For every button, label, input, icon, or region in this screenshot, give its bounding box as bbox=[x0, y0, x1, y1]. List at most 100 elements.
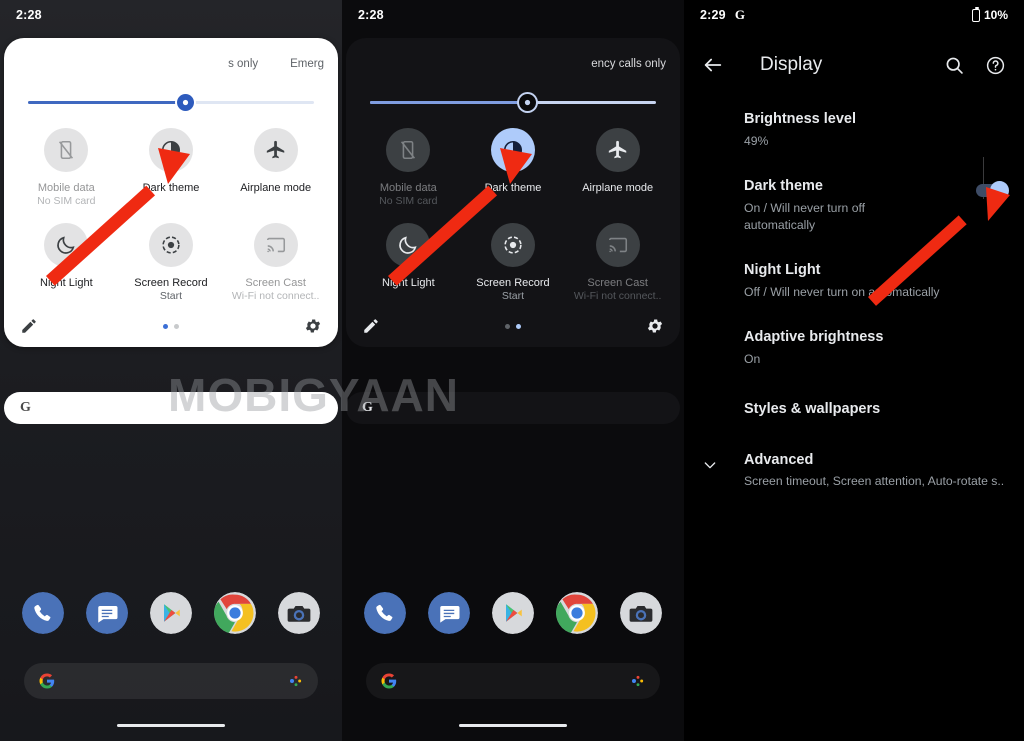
carrier-text-left: s only bbox=[228, 58, 259, 70]
row-text: Advanced Screen timeout, Screen attentio… bbox=[744, 451, 1006, 490]
tile-airplane-mode[interactable]: Airplane mode bbox=[565, 124, 670, 213]
gesture-home-bar-wrap bbox=[0, 723, 342, 727]
google-g-icon bbox=[39, 673, 55, 689]
row-subtitle: 49% bbox=[744, 133, 769, 148]
page-dot[interactable] bbox=[163, 323, 168, 329]
tile-icon-wrap bbox=[386, 128, 431, 172]
chevron-down-icon[interactable] bbox=[702, 457, 718, 473]
tile-screen-record[interactable]: Screen Record Start bbox=[461, 219, 566, 308]
row-text: Styles & wallpapers bbox=[744, 400, 1006, 419]
carrier-text-right: ency calls only bbox=[591, 58, 666, 70]
tile-label: Mobile data bbox=[37, 182, 95, 194]
tile-mobile-data[interactable]: Mobile data No SIM card bbox=[14, 124, 119, 213]
chrome-app-icon[interactable] bbox=[556, 592, 598, 634]
airplane-icon bbox=[266, 140, 284, 159]
mobile-data-off-icon bbox=[59, 140, 74, 160]
slider-knob[interactable] bbox=[177, 94, 195, 111]
page-dot[interactable] bbox=[174, 323, 179, 329]
tile-airplane-mode[interactable]: Airplane mode bbox=[223, 124, 328, 213]
quick-settings-search-bar[interactable]: G bbox=[4, 392, 338, 424]
slider-knob[interactable] bbox=[519, 94, 537, 111]
page-dot[interactable] bbox=[505, 323, 510, 329]
settings-row-adaptive-brightness[interactable]: Adaptive brightness On bbox=[684, 314, 1024, 381]
tile-mobile-data[interactable]: Mobile data No SIM card bbox=[356, 124, 461, 213]
app-bar: Display bbox=[684, 40, 1024, 90]
gesture-home-bar[interactable] bbox=[117, 723, 225, 727]
screenshot-stage: 2:28 s only Emerg Mobile data No SIM car… bbox=[0, 0, 1024, 741]
row-title: Dark theme bbox=[744, 178, 823, 195]
row-subtitle: Screen timeout, Screen attention, Auto-r… bbox=[744, 474, 1005, 489]
back-arrow-icon[interactable] bbox=[702, 54, 724, 76]
search-icon[interactable] bbox=[944, 55, 965, 76]
slider-fill bbox=[28, 101, 186, 104]
tile-night-light[interactable]: Night Light bbox=[356, 219, 461, 308]
tile-label: Airplane mode bbox=[240, 182, 312, 194]
status-bar: 2:28 bbox=[342, 0, 684, 30]
messages-app-icon[interactable] bbox=[86, 592, 128, 634]
camera-app-icon[interactable] bbox=[620, 592, 662, 634]
tile-screen-record[interactable]: Screen Record Start bbox=[119, 219, 224, 308]
tile-label: Screen Cast bbox=[245, 276, 306, 289]
google-g-status-icon: G bbox=[734, 7, 745, 22]
gesture-home-bar-wrap bbox=[342, 723, 684, 727]
home-google-search-bar[interactable] bbox=[366, 663, 660, 699]
app-dock bbox=[342, 592, 684, 634]
row-title: Styles & wallpapers bbox=[744, 400, 881, 417]
tile-sublabel: Wi-Fi not connect.. bbox=[573, 289, 662, 302]
gesture-home-bar[interactable] bbox=[459, 723, 567, 727]
mobile-data-off-icon bbox=[401, 140, 416, 160]
status-time: 2:29 bbox=[700, 8, 726, 22]
settings-row-advanced[interactable]: Advanced Screen timeout, Screen attentio… bbox=[684, 437, 1024, 504]
pencil-icon[interactable] bbox=[362, 317, 380, 335]
battery-percent: 10% bbox=[983, 8, 1008, 22]
screen-cast-icon bbox=[608, 237, 627, 252]
brightness-slider[interactable] bbox=[28, 92, 314, 114]
google-assistant-icon[interactable] bbox=[288, 673, 304, 689]
dark-theme-toggle[interactable] bbox=[976, 181, 1009, 201]
chrome-app-icon[interactable] bbox=[214, 592, 256, 634]
tile-dark-theme[interactable]: Dark theme bbox=[119, 124, 224, 213]
screen-record-icon bbox=[162, 235, 180, 254]
brightness-slider[interactable] bbox=[370, 92, 656, 114]
gear-icon[interactable] bbox=[304, 317, 322, 335]
tile-icon-wrap bbox=[148, 128, 193, 172]
phone-app-icon[interactable] bbox=[22, 592, 64, 634]
tile-dark-theme[interactable]: Dark theme bbox=[461, 124, 566, 213]
help-icon[interactable] bbox=[985, 55, 1006, 76]
page-dot[interactable] bbox=[516, 323, 521, 329]
carrier-text-right: Emerg bbox=[290, 58, 324, 70]
settings-row-night-light[interactable]: Night Light Off / Will never turn on aut… bbox=[684, 247, 1024, 314]
play-store-app-icon[interactable] bbox=[150, 592, 192, 634]
settings-row-dark-theme[interactable]: Dark theme On / Will never turn off auto… bbox=[684, 157, 1024, 247]
tile-label: Dark theme bbox=[142, 182, 200, 194]
brightness-icon bbox=[183, 99, 189, 106]
settings-list: Brightness level 49% Dark theme On / Wil… bbox=[684, 96, 1024, 504]
night-light-icon bbox=[57, 235, 75, 254]
google-assistant-icon[interactable] bbox=[630, 673, 646, 689]
tile-label: Screen Record bbox=[476, 276, 550, 289]
home-google-search-bar[interactable] bbox=[24, 663, 318, 699]
settings-row-brightness-level[interactable]: Brightness level 49% bbox=[684, 96, 1024, 163]
play-store-app-icon[interactable] bbox=[492, 592, 534, 634]
quick-settings-search-bar[interactable]: G bbox=[346, 392, 680, 424]
tile-label: Screen Cast bbox=[587, 276, 648, 289]
quick-settings-footer bbox=[356, 313, 670, 337]
tile-screen-cast[interactable]: Screen Cast Wi-Fi not connect.. bbox=[565, 219, 670, 308]
dark-theme-icon bbox=[503, 140, 523, 160]
tile-icon-wrap bbox=[148, 222, 193, 267]
gear-icon[interactable] bbox=[646, 317, 664, 335]
toggle-thumb bbox=[990, 181, 1009, 201]
status-time: 2:28 bbox=[16, 8, 42, 22]
row-subtitle: On bbox=[744, 352, 761, 367]
tile-label: Mobile data bbox=[379, 182, 437, 194]
camera-app-icon[interactable] bbox=[278, 592, 320, 634]
phone-app-icon[interactable] bbox=[364, 592, 406, 634]
tile-night-light[interactable]: Night Light bbox=[14, 219, 119, 308]
messages-app-icon[interactable] bbox=[428, 592, 470, 634]
app-bar-actions bbox=[944, 55, 1006, 76]
status-time: 2:28 bbox=[358, 8, 384, 22]
tile-screen-cast[interactable]: Screen Cast Wi-Fi not connect.. bbox=[223, 219, 328, 308]
settings-row-styles-wallpapers[interactable]: Styles & wallpapers bbox=[684, 382, 1024, 437]
pencil-icon[interactable] bbox=[20, 317, 38, 335]
row-title: Brightness level bbox=[744, 111, 857, 127]
